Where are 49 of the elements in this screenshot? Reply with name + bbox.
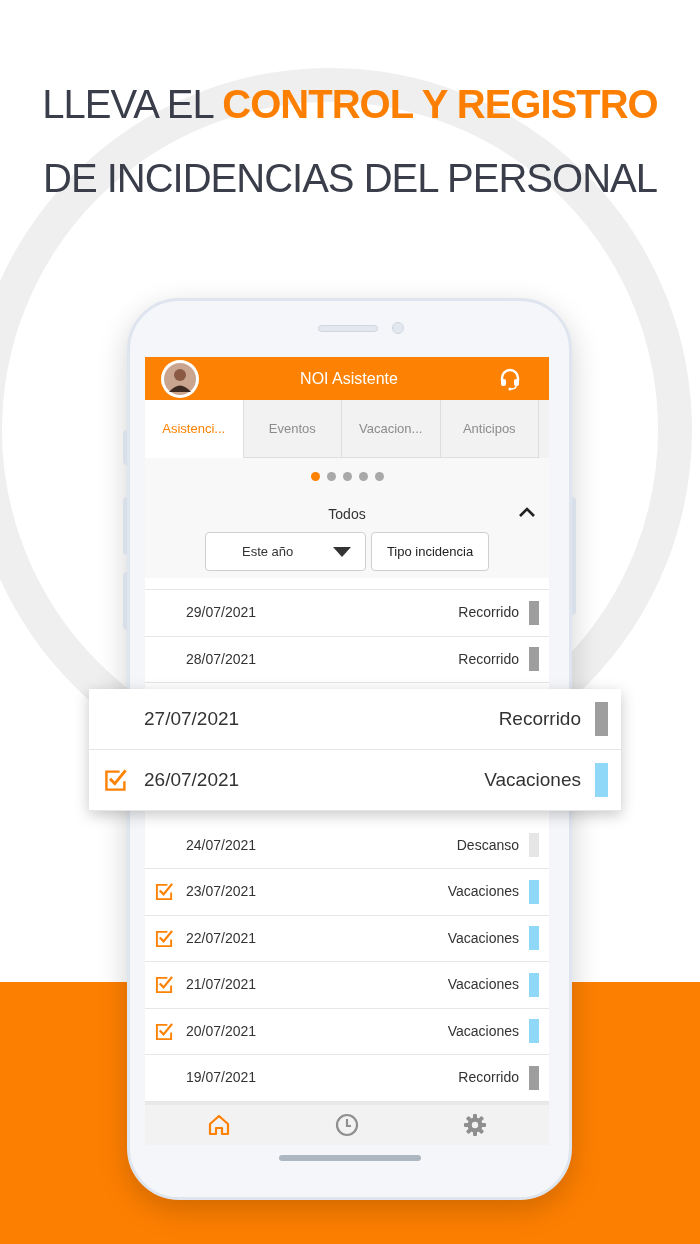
checkbox-checked-icon[interactable]	[155, 1021, 174, 1041]
list-row[interactable]: 20/07/2021 Vacaciones	[145, 1008, 549, 1055]
status-text: Recorrido	[458, 1068, 519, 1088]
status-text: Recorrido	[498, 706, 581, 731]
period-dropdown[interactable]: Este año	[205, 532, 366, 571]
type-filter-button[interactable]: Tipo incidencia	[371, 532, 489, 571]
date-text: 21/07/2021	[186, 975, 257, 995]
list-row[interactable]: 29/07/2021 Recorrido	[145, 590, 549, 637]
home-icon[interactable]	[207, 1112, 231, 1137]
date-text: 24/07/2021	[186, 835, 257, 855]
status-text: Vacaciones	[447, 882, 519, 902]
status-text: Recorrido	[458, 649, 519, 669]
list-row[interactable]: 24/07/2021 Descanso	[145, 822, 549, 869]
checkbox-checked-icon[interactable]	[155, 928, 174, 948]
settings-icon[interactable]	[463, 1112, 487, 1137]
date-text: 28/07/2021	[186, 649, 257, 669]
status-text: Recorrido	[458, 603, 519, 623]
list-row[interactable]: 21/07/2021 Vacaciones	[145, 962, 549, 1009]
status-text: Descanso	[456, 835, 519, 855]
checkbox-checked-icon[interactable]	[155, 975, 174, 995]
chevron-up-icon[interactable]	[518, 506, 536, 518]
clock-icon[interactable]	[335, 1112, 359, 1137]
date-text: 27/07/2021	[144, 706, 240, 731]
list-row[interactable]: 28/07/2021 Recorrido	[145, 636, 549, 683]
list-row[interactable]: 26/07/2021 Vacaciones	[89, 750, 621, 811]
status-text: Vacaciones	[447, 928, 519, 948]
list-row[interactable]: 19/07/2021 Recorrido	[145, 1055, 549, 1102]
status-text: Vacaciones	[484, 767, 581, 792]
headline-line: LLEVA EL CONTROL Y REGISTRO	[42, 81, 658, 128]
date-text: 26/07/2021	[144, 767, 240, 792]
date-text: 22/07/2021	[186, 928, 257, 948]
date-text: 20/07/2021	[186, 1021, 257, 1041]
date-text: 19/07/2021	[186, 1068, 257, 1088]
caret-icon	[333, 546, 351, 557]
status-text: Vacaciones	[447, 975, 519, 995]
headset-icon[interactable]	[498, 366, 522, 391]
list-row[interactable]: 23/07/2021 Vacaciones	[145, 869, 549, 916]
list-row[interactable]: 22/07/2021 Vacaciones	[145, 915, 549, 962]
date-text: 23/07/2021	[186, 882, 257, 902]
avatar	[160, 358, 200, 399]
speaker	[318, 325, 378, 332]
headline-line: DE INCIDENCIAS DEL PERSONAL	[43, 155, 657, 202]
filter-label: Todos	[327, 505, 367, 524]
list-row[interactable]: 27/07/2021 Recorrido	[89, 689, 621, 750]
checkbox-checked-icon[interactable]	[155, 882, 174, 902]
app-title: NOI Asistente	[299, 368, 399, 389]
status-text: Vacaciones	[447, 1021, 519, 1041]
checkbox-checked-icon[interactable]	[104, 768, 128, 792]
date-text: 29/07/2021	[186, 603, 257, 623]
